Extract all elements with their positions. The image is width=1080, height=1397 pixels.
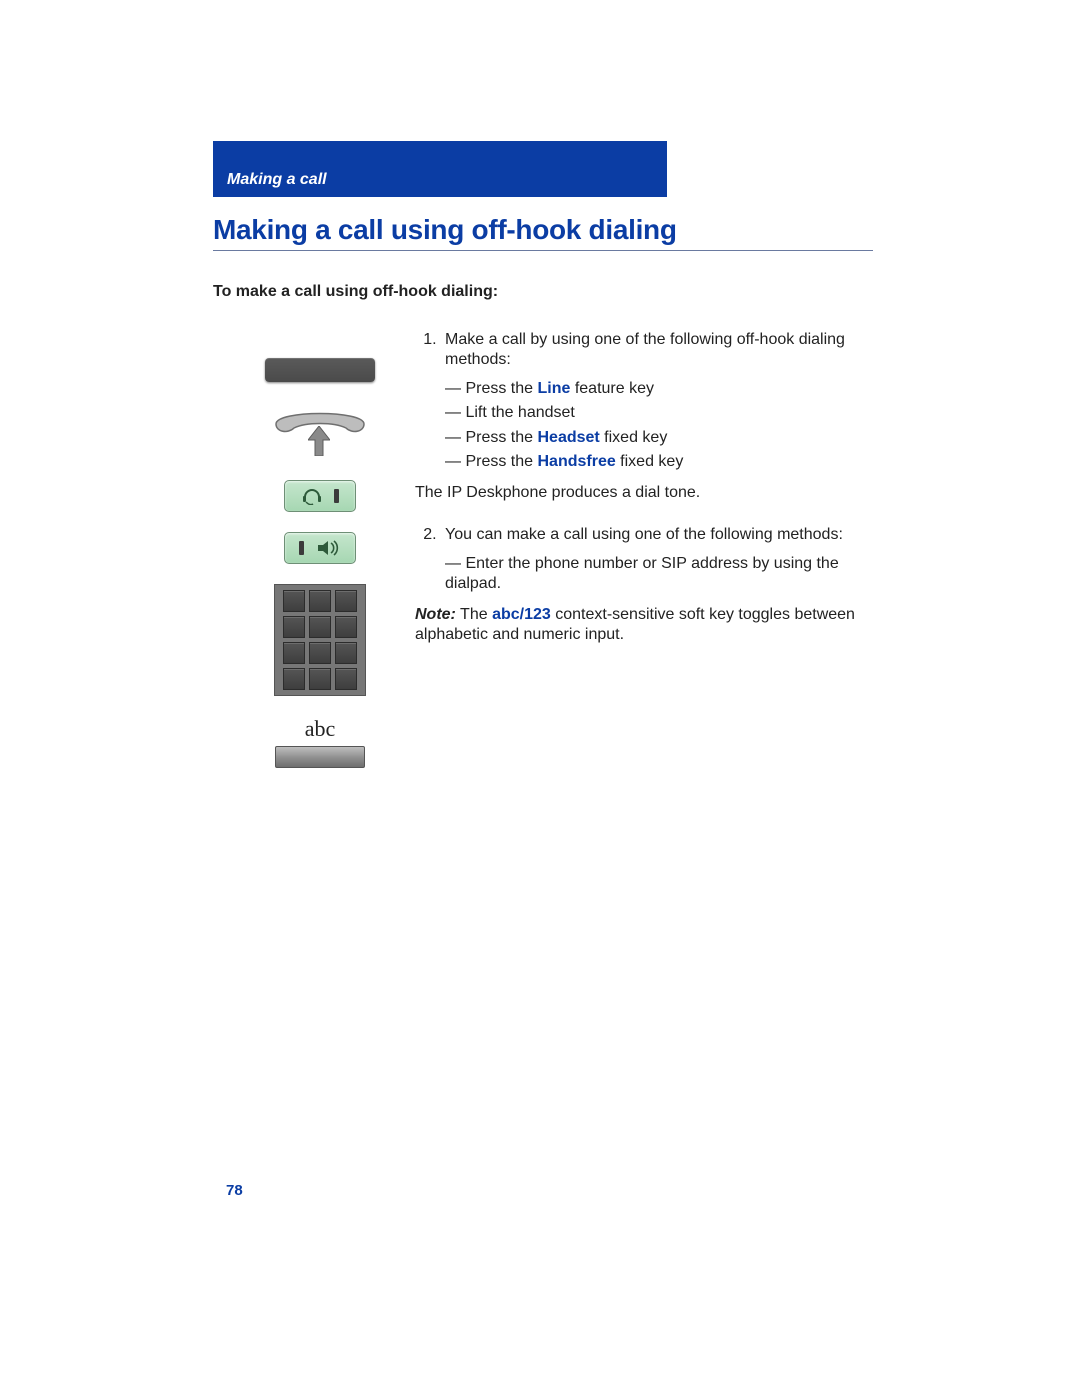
section-header-label: Making a call — [227, 171, 327, 189]
heading-block: Making a call using off-hook dialing — [213, 214, 873, 251]
step-1-result: The IP Deskphone produces a dial tone. — [415, 483, 873, 503]
dialpad-icon — [274, 584, 366, 696]
section-header-band: Making a call — [213, 141, 667, 197]
lift-handset-icon — [266, 402, 374, 460]
step-2-options: Enter the phone number or SIP address by… — [445, 554, 873, 595]
instruction-text: Make a call by using one of the followin… — [415, 330, 873, 668]
subheading: To make a call using off-hook dialing: — [213, 283, 498, 301]
handsfree-key-icon — [284, 532, 356, 564]
heading-rule — [213, 250, 873, 251]
manual-page: Making a call Making a call using off-ho… — [0, 0, 1080, 1397]
illustration-column: abc — [260, 358, 380, 788]
step-2-opt-dialpad: Enter the phone number or SIP address by… — [445, 554, 873, 595]
step-1-opt-handsfree: Press the Handsfree fixed key — [445, 452, 873, 472]
step-2-lead: You can make a call using one of the fol… — [445, 526, 843, 543]
headset-key-icon — [284, 480, 356, 512]
page-number: 78 — [226, 1182, 243, 1199]
step-1: Make a call by using one of the followin… — [441, 330, 873, 503]
step-1-opt-handset: Lift the handset — [445, 403, 873, 423]
step-1-options: Press the Line feature key Lift the hand… — [445, 379, 873, 473]
step-1-opt-line: Press the Line feature key — [445, 379, 873, 399]
line-feature-key-icon — [265, 358, 375, 382]
page-heading: Making a call using off-hook dialing — [213, 214, 873, 246]
abc-label: abc — [275, 716, 365, 742]
step-2: You can make a call using one of the fol… — [441, 525, 873, 645]
step-2-note: Note: The abc/123 context-sensitive soft… — [415, 605, 873, 646]
step-1-lead: Make a call by using one of the followin… — [445, 331, 845, 368]
step-1-opt-headset: Press the Headset fixed key — [445, 428, 873, 448]
abc-softkey-icon: abc — [275, 716, 365, 768]
